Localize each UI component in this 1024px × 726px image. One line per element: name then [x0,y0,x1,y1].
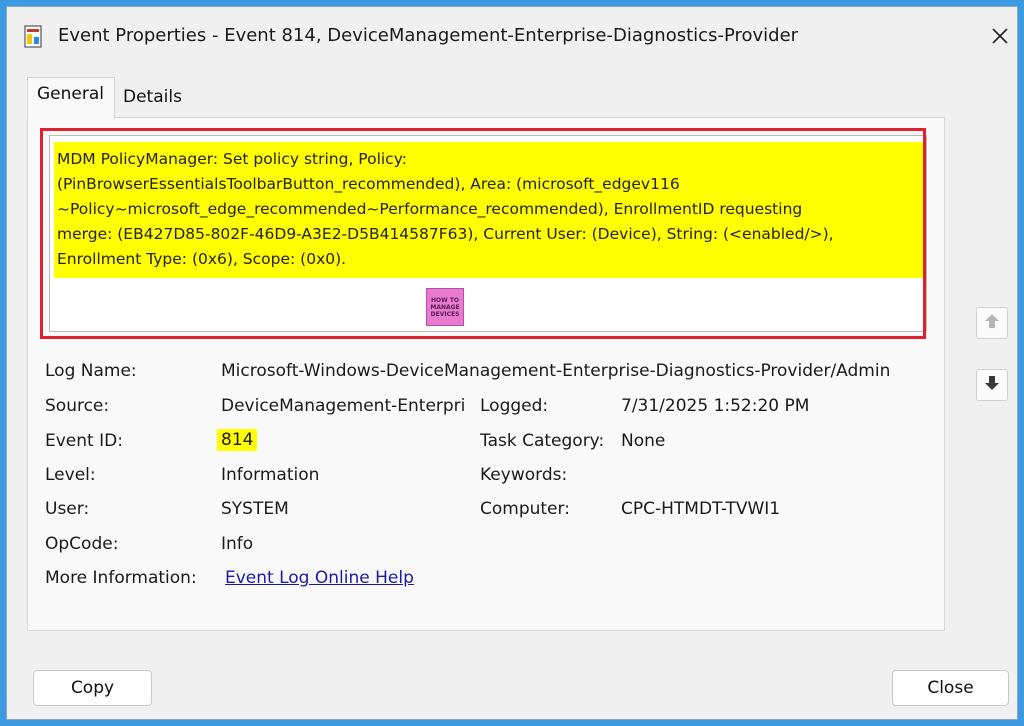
computer-label: Computer: [480,499,570,519]
source-label: Source: [45,396,110,416]
close-button[interactable]: Close [892,670,1009,706]
logged-label: Logged: [480,396,549,416]
event-id-label: Event ID: [45,431,123,451]
opcode-label: OpCode: [45,534,119,554]
description-line: merge: (EB427D85-802F-46D9-A3E2-D5B41458… [57,225,834,243]
more-information-label: More Information: [45,568,197,588]
description-line: Enrollment Type: (0x6), Scope: (0x0). [57,250,347,268]
source-value[interactable]: DeviceManagement-Enterprise-Diagnostics-… [221,396,466,416]
title-bar: Event Properties - Event 814, DeviceMana… [7,7,1017,67]
log-name-label: Log Name: [45,361,137,381]
general-tab-panel: MDM PolicyManager: Set policy string, Po… [27,117,945,631]
log-name-value[interactable]: Microsoft-Windows-DeviceManagement-Enter… [221,361,916,381]
watermark-line: DEVICES [430,310,460,318]
computer-value[interactable]: CPC-HTMDT-TVWI1 [621,499,780,519]
event-log-online-help-link[interactable]: Event Log Online Help [225,568,414,588]
level-label: Level: [45,465,96,485]
tab-general[interactable]: General [27,77,115,119]
opcode-value[interactable]: Info [221,534,253,554]
watermark-line: MANAGE [430,303,460,311]
close-icon[interactable] [985,21,1015,51]
event-viewer-icon [24,25,44,49]
keywords-label: Keywords: [480,465,568,485]
arrow-down-icon [983,374,1001,396]
user-value[interactable]: SYSTEM [221,499,289,519]
event-description-box[interactable]: MDM PolicyManager: Set policy string, Po… [49,135,927,332]
task-category-value[interactable]: None [621,431,665,451]
event-properties-window: Event Properties - Event 814, DeviceMana… [6,6,1018,720]
task-category-label: Task Category: [480,431,605,451]
level-value[interactable]: Information [221,465,319,485]
copy-button[interactable]: Copy [33,670,152,706]
previous-event-button[interactable] [976,307,1008,339]
next-event-button[interactable] [976,369,1008,401]
window-title: Event Properties - Event 814, DeviceMana… [58,25,799,46]
tab-details[interactable]: Details [115,83,187,113]
event-id-value[interactable]: 814 [217,429,258,451]
event-description-text: MDM PolicyManager: Set policy string, Po… [54,142,923,278]
logged-value[interactable]: 7/31/2025 1:52:20 PM [621,396,809,416]
description-line: (PinBrowserEssentialsToolbarButton_recom… [57,175,680,193]
watermark-logo: HOW TO MANAGE DEVICES [426,288,464,326]
watermark-line: HOW TO [430,296,460,304]
description-line: MDM PolicyManager: Set policy string, Po… [57,150,407,168]
event-id-highlight: 814 [217,429,258,451]
user-label: User: [45,499,90,519]
description-line: ~Policy~microsoft_edge_recommended~Perfo… [57,200,803,218]
arrow-up-icon [983,312,1001,334]
